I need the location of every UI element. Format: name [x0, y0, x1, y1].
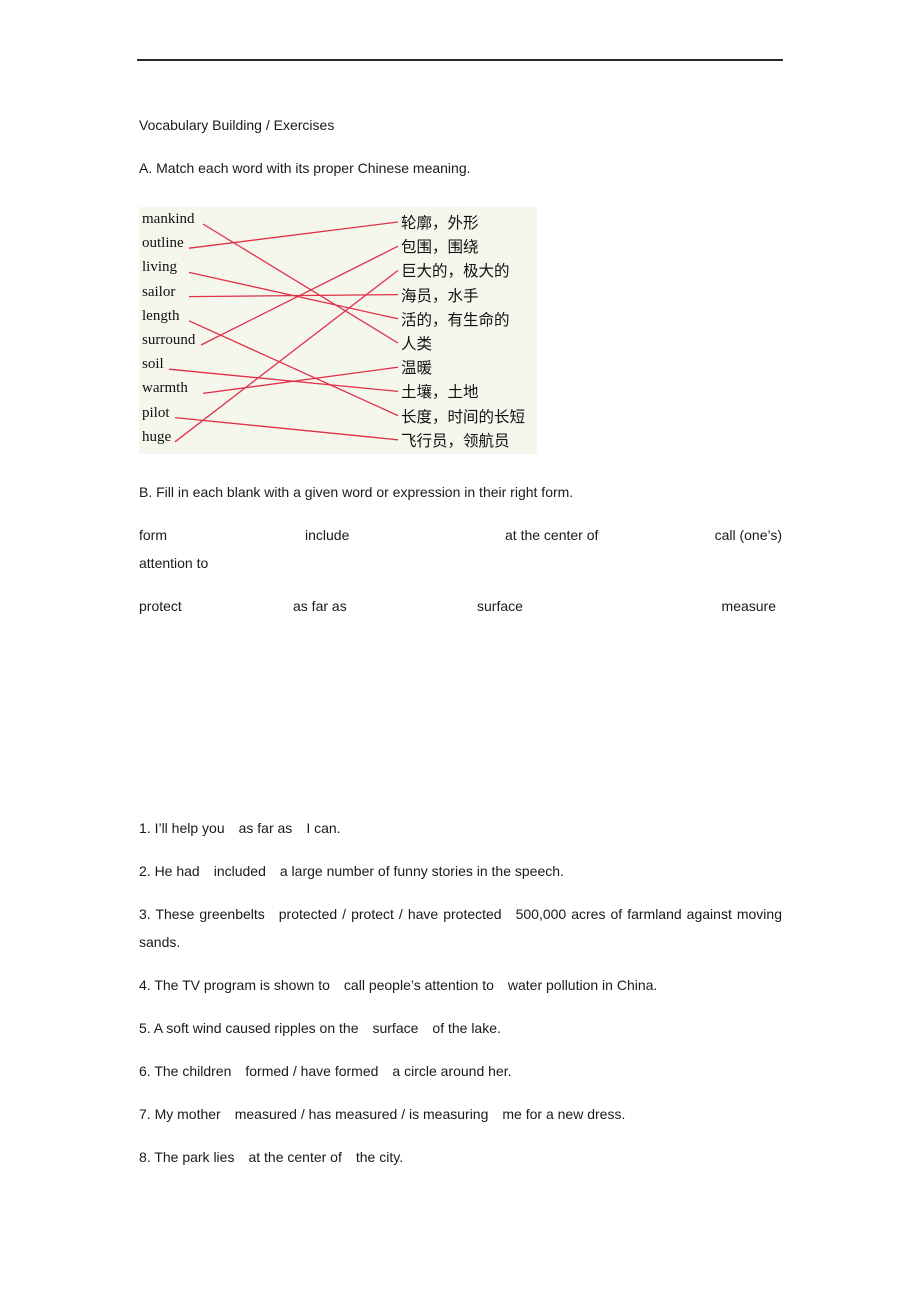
answer-blank: included: [213, 863, 266, 879]
sentence-suffix: a circle around her.: [392, 1063, 512, 1079]
sentence-prefix: 7. My mother: [139, 1106, 221, 1122]
word-bank-item: protect: [139, 598, 182, 614]
word-bank-item: call (one’s): [714, 527, 782, 543]
chinese-meaning: 飞行员，领航员: [401, 431, 510, 450]
sentence-prefix: 6. The children: [139, 1063, 232, 1079]
sentence-prefix: 8. The park lies: [139, 1149, 235, 1165]
exercise-sentence: 1. I’ll help you as far as I can.: [139, 814, 782, 842]
header-rule: [137, 59, 783, 61]
english-word: warmth: [142, 380, 188, 397]
english-word: sailor: [142, 283, 176, 300]
answer-blank: formed / have formed: [245, 1063, 379, 1079]
sentence-prefix: 2. He had: [139, 863, 200, 879]
chinese-meaning: 长度，时间的长短: [401, 407, 526, 426]
answer-blank: surface: [372, 1020, 419, 1036]
english-word: mankind: [142, 211, 195, 227]
match-line-mankind: [202, 223, 399, 344]
chinese-meaning: 轮廓，外形: [401, 214, 479, 232]
english-word: living: [142, 259, 178, 276]
chinese-meaning: 海员，水手: [401, 286, 479, 305]
sentence-suffix: me for a new dress.: [502, 1106, 626, 1122]
match-line-pilot: [174, 416, 399, 441]
english-word: huge: [142, 428, 172, 445]
chinese-meaning: 温暖: [401, 359, 433, 378]
answer-blank: protected / protect / have protected: [278, 906, 502, 922]
chinese-meaning: 人类: [401, 335, 433, 353]
english-word: length: [142, 307, 180, 324]
word-bank-row: protect as far as surface measure: [139, 598, 782, 626]
sentence-suffix: a large number of funny stories in the s…: [279, 863, 564, 879]
word-bank-item: measure: [721, 598, 776, 614]
sentence-suffix: the city.: [355, 1149, 404, 1165]
word-bank-row: attention to: [139, 555, 782, 583]
section-b-instruction: B. Fill in each blank with a given word …: [139, 484, 574, 500]
exercise-sentence: 8. The park lies at the center of the city…: [139, 1143, 782, 1171]
sentence-suffix: of the lake.: [432, 1020, 501, 1036]
chinese-meaning: 巨大的，极大的: [401, 262, 510, 281]
page-heading: Vocabulary Building / Exercises: [139, 117, 335, 133]
section-a-instruction: A. Match each word with its proper Chine…: [139, 160, 471, 176]
answer-blank: call people’s attention to: [343, 977, 494, 993]
word-bank: form include at the center of call (one’…: [139, 527, 782, 626]
exercise-sentence: 3. These greenbelts protected / protect /…: [139, 900, 782, 956]
chinese-meaning: 活的，有生命的: [401, 310, 510, 329]
english-word: surround: [142, 332, 196, 348]
english-word: pilot: [142, 404, 170, 421]
sentence-suffix: I can.: [306, 820, 341, 836]
answer-blank: as far as: [238, 820, 293, 836]
exercise-sentence: 5. A soft wind caused ripples on the surf…: [139, 1014, 782, 1042]
word-bank-item: include: [305, 527, 350, 543]
word-bank-item: as far as: [293, 598, 347, 614]
english-word: outline: [142, 235, 184, 252]
match-line-soil: [168, 368, 399, 393]
answer-blank: at the center of: [248, 1149, 342, 1165]
exercise-sentence: 7. My mother measured / has measured / is…: [139, 1100, 782, 1128]
word-bank-item: at the center of: [505, 527, 599, 543]
matching-exercise-image: mankind outline living sailor length surround…: [139, 207, 537, 454]
exercise-sentence: 6. The children formed / have formed a cir…: [139, 1057, 782, 1085]
sentence-prefix: 3. These greenbelts: [139, 906, 265, 922]
sentence-suffix: water pollution in China.: [507, 977, 658, 993]
exercise-sentence: 2. He had included a large number of funny…: [139, 857, 782, 885]
sentence-prefix: 4. The TV program is shown to: [139, 977, 330, 993]
sentence-prefix: 1. I’ll help you: [139, 820, 225, 836]
sentence-prefix: 5. A soft wind caused ripples on the: [139, 1020, 359, 1036]
chinese-meaning: 包围，围绕: [401, 238, 479, 257]
word-bank-item: surface: [477, 598, 523, 614]
word-bank-item: form: [139, 527, 167, 543]
english-word: soil: [142, 356, 164, 373]
answer-blank: measured / has measured / is measuring: [234, 1106, 489, 1122]
word-bank-row: form include at the center of call (one’…: [139, 527, 782, 555]
exercise-sentence: 4. The TV program is shown to call people…: [139, 971, 782, 999]
word-bank-item: attention to: [139, 555, 209, 571]
chinese-meaning: 土壤，土地: [401, 383, 479, 402]
